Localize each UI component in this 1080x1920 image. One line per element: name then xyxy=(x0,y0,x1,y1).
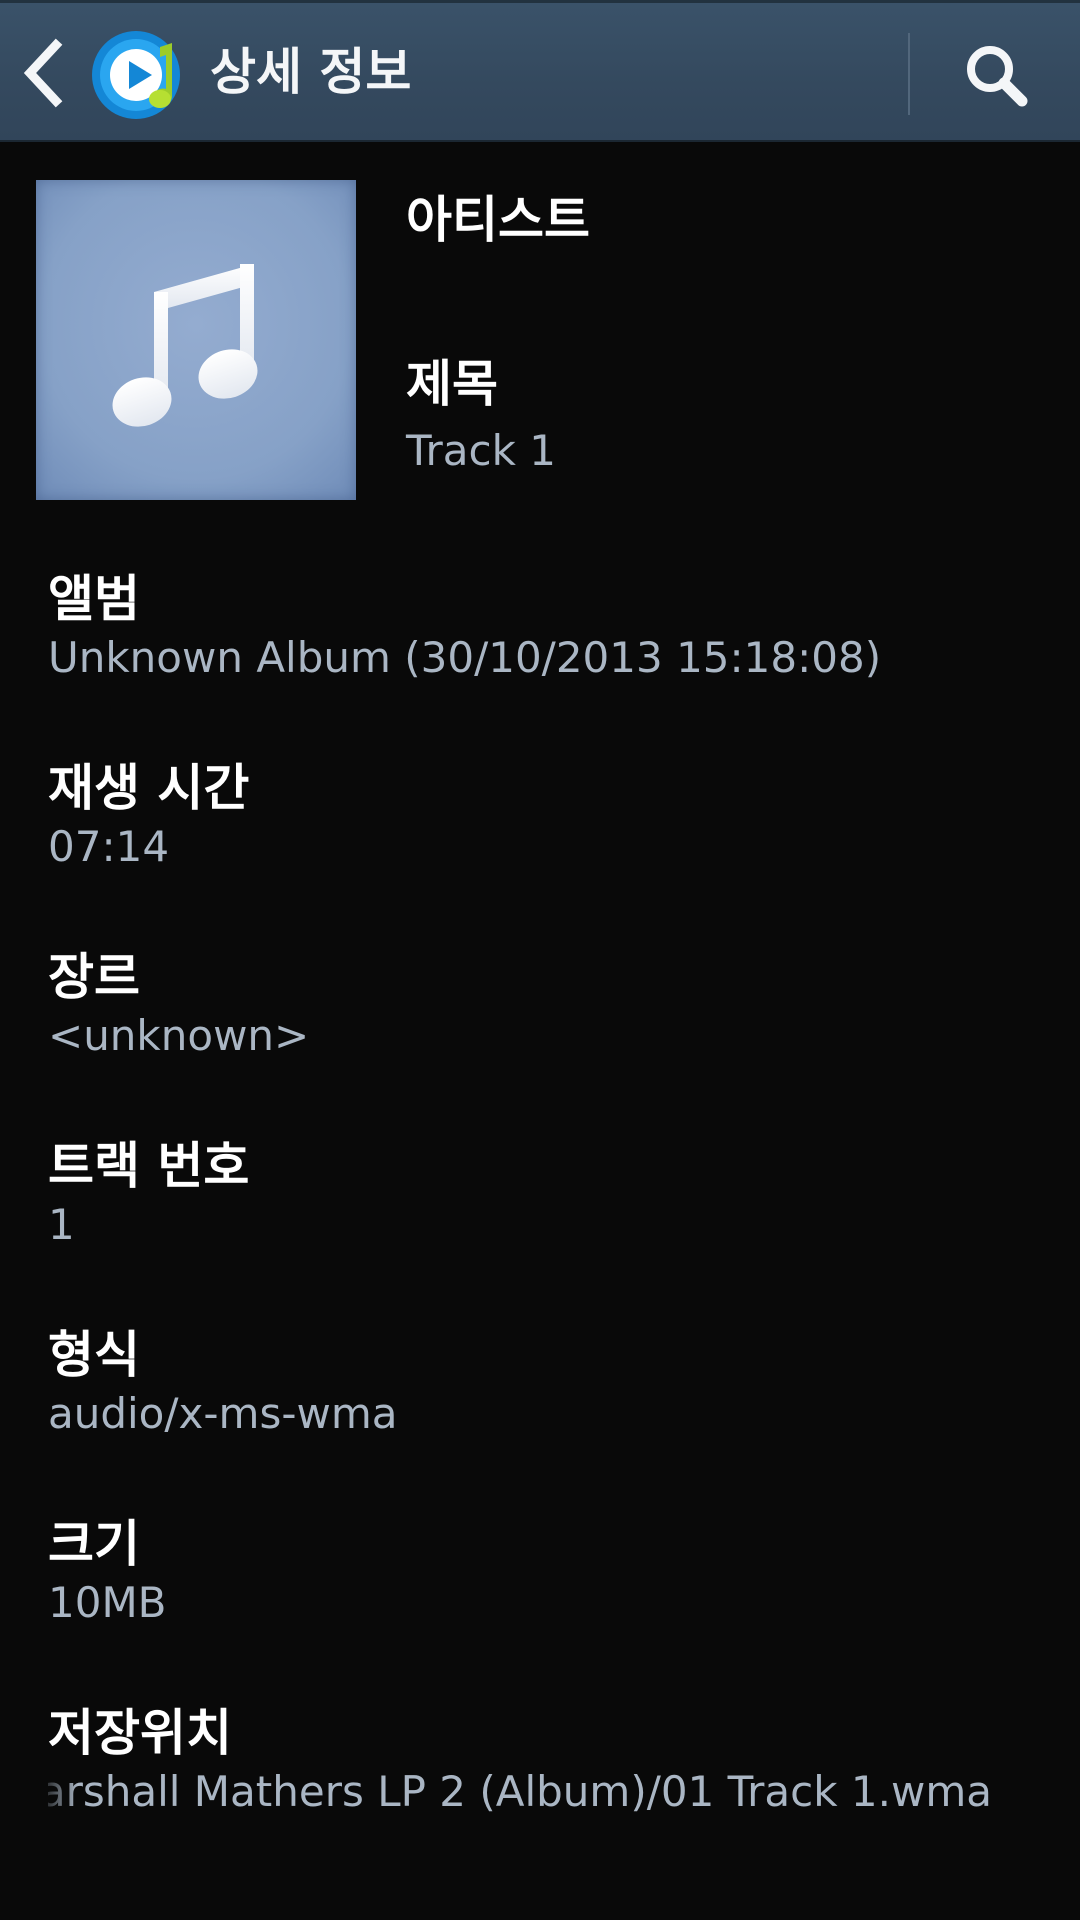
size-label: 크기 xyxy=(48,1515,140,1573)
detail-item-track-number: 트랙 번호 1 xyxy=(48,1135,1048,1324)
artist-label: 아티스트 xyxy=(406,191,590,249)
detail-item-size: 크기 10MB xyxy=(48,1513,1048,1702)
action-bar: 상세 정보 xyxy=(0,0,1080,142)
search-button[interactable] xyxy=(950,33,1040,115)
music-note-icon xyxy=(112,264,258,427)
location-path: Marshall Mathers LP 2 (Album)/01 Track 1… xyxy=(48,1767,992,1816)
detail-item-format: 형식 audio/x-ms-wma xyxy=(48,1324,1048,1513)
format-value: audio/x-ms-wma xyxy=(48,1389,398,1438)
chevron-left-icon xyxy=(23,38,63,108)
duration-label: 재생 시간 xyxy=(48,759,250,817)
album-art xyxy=(36,180,356,500)
detail-item-genre: 장르 <unknown> xyxy=(48,946,1048,1135)
duration-value: 07:14 xyxy=(48,822,170,871)
detail-item-location: 저장위치 Marshall Mathers LP 2 (Album)/01 Tr… xyxy=(48,1702,1048,1891)
title-value: Track 1 xyxy=(406,426,556,475)
format-label: 형식 xyxy=(48,1326,140,1384)
size-value: 10MB xyxy=(48,1578,167,1627)
track-number-label: 트랙 번호 xyxy=(48,1137,250,1195)
search-icon xyxy=(967,46,1028,107)
music-details-screen: 상세 정보 아티스트 제목 Track 1 앨범 Unknown Album (… xyxy=(0,0,1080,1920)
track-number-value: 1 xyxy=(48,1200,75,1249)
detail-item-album: 앨범 Unknown Album (30/10/2013 15:18:08) xyxy=(48,568,1048,757)
detail-list: 앨범 Unknown Album (30/10/2013 15:18:08) 재… xyxy=(48,568,1048,1891)
music-player-icon[interactable] xyxy=(90,27,186,123)
location-label: 저장위치 xyxy=(48,1704,232,1762)
location-value: Marshall Mathers LP 2 (Album)/01 Track 1… xyxy=(48,1764,992,1820)
album-value: Unknown Album (30/10/2013 15:18:08) xyxy=(48,633,882,682)
genre-value: <unknown> xyxy=(48,1011,310,1060)
back-button[interactable] xyxy=(14,33,74,113)
page-title: 상세 정보 xyxy=(210,43,412,101)
genre-label: 장르 xyxy=(48,948,140,1006)
detail-item-duration: 재생 시간 07:14 xyxy=(48,757,1048,946)
title-label: 제목 xyxy=(406,355,498,413)
album-label: 앨범 xyxy=(48,570,140,628)
action-bar-divider xyxy=(908,33,910,115)
